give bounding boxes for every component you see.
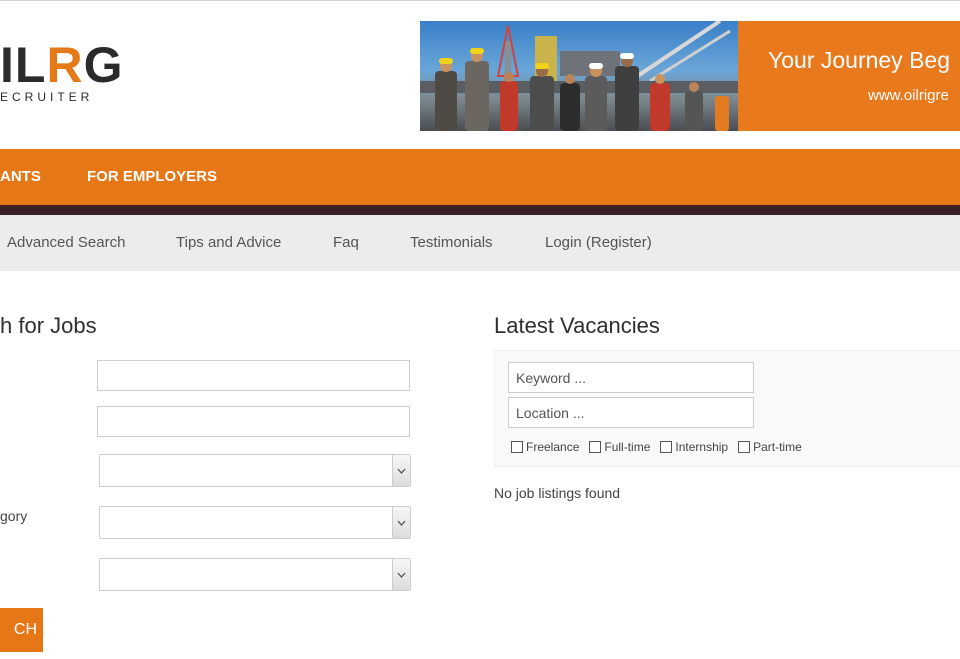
header-banner[interactable]: Your Journey Beg www.oilrigre bbox=[420, 21, 960, 131]
logo-wordmark: ILRG bbox=[0, 37, 124, 93]
oil-rig-illustration bbox=[420, 21, 738, 131]
latest-vacancies-title: Latest Vacancies bbox=[494, 313, 660, 338]
vacancies-filter-panel: Freelance Full-time Internship Part-time bbox=[494, 350, 960, 467]
top-border bbox=[0, 0, 960, 1]
vacancy-keyword-input[interactable] bbox=[508, 362, 754, 393]
chevron-down-icon bbox=[392, 455, 410, 486]
region-select[interactable] bbox=[99, 558, 411, 591]
filter-internship[interactable]: Internship bbox=[660, 440, 728, 454]
checkbox[interactable] bbox=[738, 441, 751, 453]
chevron-down-icon bbox=[392, 559, 410, 590]
filter-part-time[interactable]: Part-time bbox=[738, 440, 802, 454]
job-type-select[interactable] bbox=[99, 454, 411, 487]
keyword-input[interactable] bbox=[97, 360, 410, 391]
logo-subtitle: ECRUITER bbox=[0, 90, 94, 104]
checkbox[interactable] bbox=[660, 441, 673, 453]
nav-item-advanced-search[interactable]: Advanced Search bbox=[7, 234, 125, 251]
category-select[interactable] bbox=[99, 506, 411, 539]
nav-item-applicants[interactable]: ANTS bbox=[0, 168, 41, 185]
main-nav: ANTS FOR EMPLOYERS bbox=[0, 149, 960, 205]
banner-headline: Your Journey Beg bbox=[768, 47, 951, 73]
site-logo[interactable]: ILRG ECRUITER bbox=[0, 38, 140, 110]
location-input[interactable] bbox=[97, 406, 410, 437]
nav-item-for-employers[interactable]: FOR EMPLOYERS bbox=[87, 168, 217, 185]
nav-item-testimonials[interactable]: Testimonials bbox=[410, 234, 493, 251]
job-type-filters: Freelance Full-time Internship Part-time bbox=[511, 440, 802, 454]
nav-item-login-register[interactable]: Login (Register) bbox=[545, 234, 652, 251]
search-jobs-title: h for Jobs bbox=[0, 313, 97, 338]
search-button[interactable]: CH bbox=[0, 608, 43, 652]
chevron-down-icon bbox=[392, 507, 410, 538]
filter-freelance[interactable]: Freelance bbox=[511, 440, 579, 454]
secondary-nav: Advanced Search Tips and Advice Faq Test… bbox=[0, 215, 960, 271]
banner-tagline-panel: Your Journey Beg www.oilrigre bbox=[738, 21, 960, 131]
no-listings-message: No job listings found bbox=[494, 485, 621, 501]
nav-item-faq[interactable]: Faq bbox=[333, 234, 359, 251]
nav-item-tips-and-advice[interactable]: Tips and Advice bbox=[176, 234, 281, 251]
oil-rig-workers-photo bbox=[420, 21, 738, 131]
category-label: gory bbox=[0, 508, 28, 524]
nav-divider-strip bbox=[0, 205, 960, 215]
vacancy-location-input[interactable] bbox=[508, 397, 754, 428]
checkbox[interactable] bbox=[511, 441, 523, 453]
banner-url: www.oilrigre bbox=[868, 87, 949, 104]
filter-full-time[interactable]: Full-time bbox=[589, 440, 650, 454]
checkbox[interactable] bbox=[589, 441, 602, 453]
